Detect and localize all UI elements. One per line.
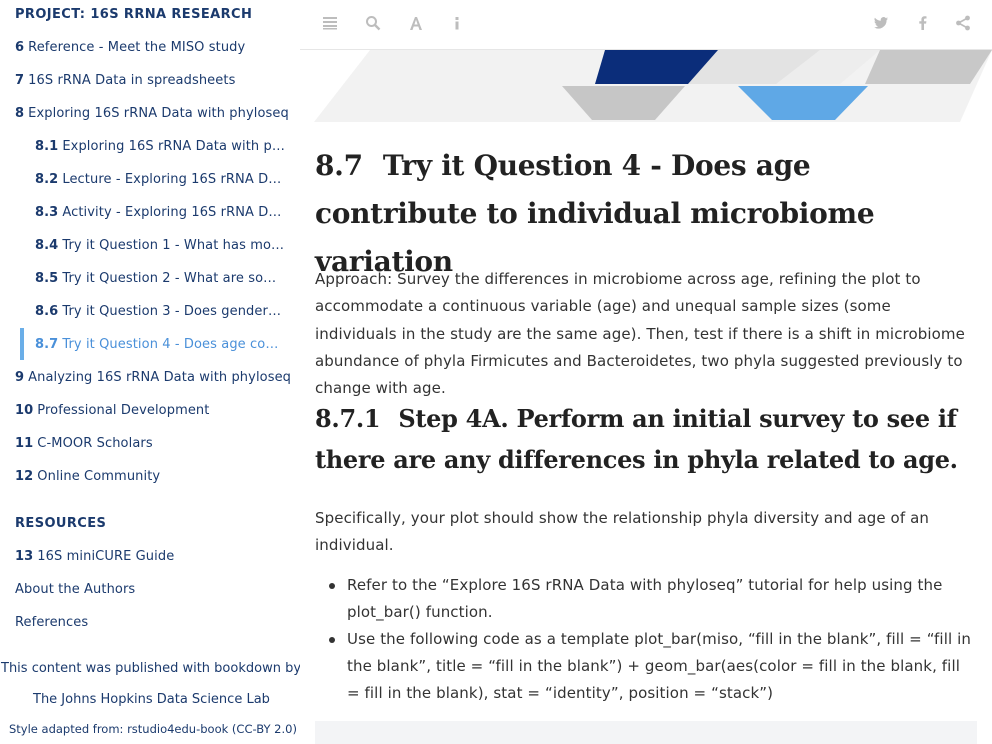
item-num: 13	[15, 549, 34, 564]
item-label: 16S miniCURE Guide	[37, 549, 175, 564]
project-heading: PROJECT: 16S RRNA RESEARCH	[15, 7, 253, 22]
font-icon[interactable]	[407, 15, 425, 33]
list-item: Use the following code as a template plo…	[315, 626, 977, 707]
sidebar-item-references[interactable]: References	[15, 615, 295, 630]
toolbar	[300, 0, 992, 50]
sidebar-item-11[interactable]: 11 C-MOOR Scholars	[15, 436, 295, 451]
item-label: Try it Question 4 - Does age contribute …	[62, 337, 285, 352]
info-icon[interactable]	[448, 15, 466, 33]
instruction-list: Refer to the “Explore 16S rRNA Data with…	[315, 572, 977, 707]
resources-heading: RESOURCES	[15, 516, 107, 531]
sidebar-item-8[interactable]: 8 Exploring 16S rRNA Data with phyloseq	[15, 106, 295, 121]
twitter-icon[interactable]	[872, 15, 890, 33]
sidebar-item-13[interactable]: 13 16S miniCURE Guide	[15, 549, 295, 564]
item-label: Try it Question 1 - What has more influe…	[62, 238, 285, 253]
sidebar-item-8-3[interactable]: 8.3Activity - Exploring 16S rRNA Data wi…	[35, 205, 285, 220]
item-num: 8.5	[35, 271, 59, 286]
lab-link[interactable]: The Johns Hopkins Data Science Lab	[33, 692, 270, 707]
approach-paragraph: Approach: Survey the differences in micr…	[315, 270, 965, 398]
section-title: 8.7 Try it Question 4 - Does age contribu…	[315, 142, 977, 286]
sidebar-item-6[interactable]: 6 Reference - Meet the MISO study	[15, 40, 295, 55]
item-num: 10	[15, 403, 34, 418]
sidebar-item-about-authors[interactable]: About the Authors	[15, 582, 295, 597]
sidebar-item-8-6[interactable]: 8.6Try it Question 3 - Does gender contr…	[35, 304, 285, 319]
sidebar-item-8-5[interactable]: 8.5Try it Question 2 - What are some of …	[35, 271, 285, 286]
share-icon[interactable]	[954, 15, 972, 33]
list-item: Refer to the “Explore 16S rRNA Data with…	[315, 572, 977, 626]
sidebar-item-7[interactable]: 7 16S rRNA Data in spreadsheets	[15, 73, 295, 88]
item-num: 8	[15, 106, 25, 121]
section-number: 8.7	[315, 149, 363, 182]
item-label: Activity - Exploring 16S rRNA Data with …	[62, 205, 285, 220]
item-num: 8.6	[35, 304, 59, 319]
item-label: C-MOOR Scholars	[37, 436, 153, 451]
item-label: Try it Question 2 - What are some of the…	[62, 271, 285, 286]
item-num: 11	[15, 436, 34, 451]
item-label: Online Community	[37, 469, 161, 484]
item-label: Lecture - Exploring 16S rRNA Data with p…	[62, 172, 285, 187]
item-num: 6	[15, 40, 25, 55]
item-label: Try it Question 3 - Does gender contribu…	[62, 304, 285, 319]
published-by[interactable]: This content was published with bookdown…	[1, 661, 300, 676]
subsection-title: 8.7.1 Step 4A. Perform an initial survey …	[315, 398, 977, 480]
search-icon[interactable]	[364, 15, 382, 33]
item-num: 8.2	[35, 172, 59, 187]
sidebar-item-8-7[interactable]: 8.7Try it Question 4 - Does age contribu…	[35, 337, 285, 352]
facebook-icon[interactable]	[914, 15, 932, 33]
specifically-paragraph: Specifically, your plot should show the …	[315, 509, 929, 555]
item-num: 12	[15, 469, 34, 484]
item-num: 7	[15, 73, 25, 88]
item-label: References	[15, 615, 89, 630]
item-num: 8.7	[35, 337, 59, 352]
item-label: Exploring 16S rRNA Data with phyloseq	[28, 106, 289, 121]
item-label: About the Authors	[15, 582, 136, 597]
toc-icon[interactable]	[321, 15, 339, 33]
item-num: 8.4	[35, 238, 59, 253]
sidebar-item-8-4[interactable]: 8.4Try it Question 1 - What has more inf…	[35, 238, 285, 253]
item-label: Analyzing 16S rRNA Data with phyloseq	[28, 370, 292, 385]
item-num: 9	[15, 370, 25, 385]
sidebar-item-9[interactable]: 9 Analyzing 16S rRNA Data with phyloseq	[15, 370, 295, 385]
item-label: Reference - Meet the MISO study	[28, 40, 246, 55]
active-indicator	[20, 328, 24, 360]
subsection-number: 8.7.1	[315, 404, 381, 433]
section-title-text: Try it Question 4 - Does age contribute …	[315, 149, 875, 278]
style-note[interactable]: Style adapted from: rstudio4edu-book (CC…	[9, 722, 297, 736]
item-num: 8.3	[35, 205, 59, 220]
sidebar-item-12[interactable]: 12 Online Community	[15, 469, 295, 484]
item-label: Professional Development	[37, 403, 210, 418]
sidebar: PROJECT: 16S RRNA RESEARCH 6 Reference - …	[0, 0, 300, 744]
sidebar-item-8-1[interactable]: 8.1Exploring 16S rRNA Data with phyloseq	[35, 139, 285, 154]
subsection-title-text: Step 4A. Perform an initial survey to se…	[315, 404, 958, 474]
sidebar-item-10[interactable]: 10 Professional Development	[15, 403, 295, 418]
code-block	[315, 721, 977, 744]
sidebar-item-8-2[interactable]: 8.2Lecture - Exploring 16S rRNA Data wit…	[35, 172, 285, 187]
item-label: 16S rRNA Data in spreadsheets	[28, 73, 236, 88]
item-num: 8.1	[35, 139, 59, 154]
header-banner	[300, 50, 992, 126]
item-label: Exploring 16S rRNA Data with phyloseq	[62, 139, 285, 154]
